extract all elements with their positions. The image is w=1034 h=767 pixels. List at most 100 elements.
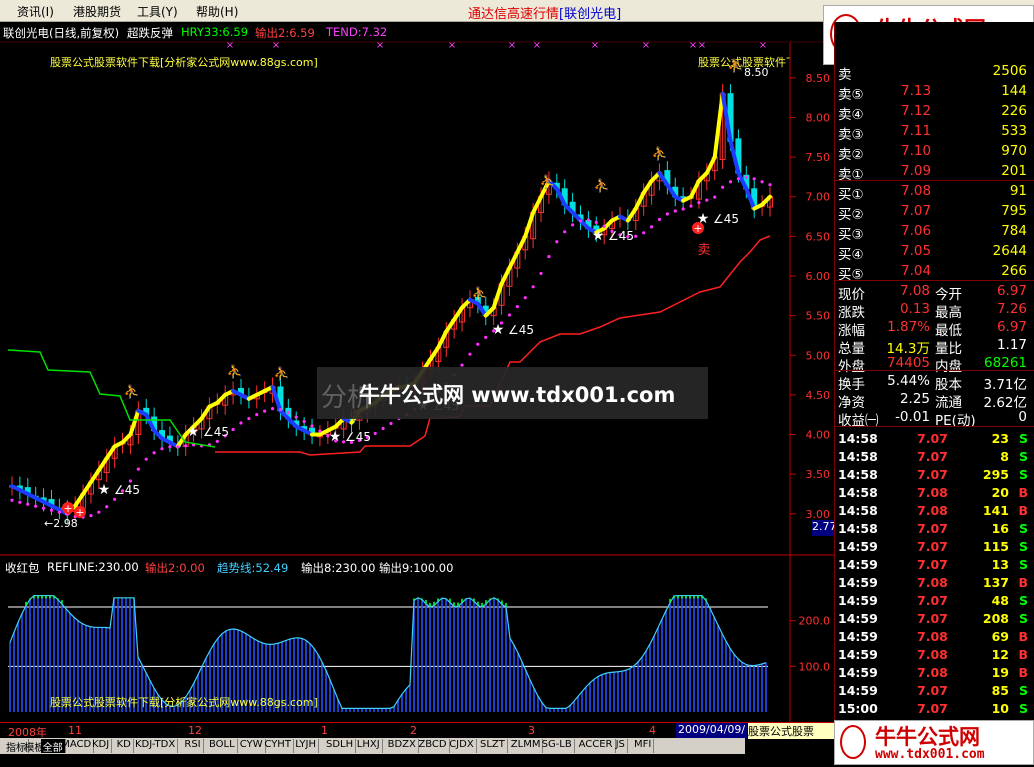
tick-side: S (1018, 467, 1028, 482)
tick-side: S (1018, 701, 1028, 716)
menu-item-info[interactable]: 资讯(I) (17, 3, 54, 20)
trend-line-segment (531, 194, 544, 215)
menu-item-help[interactable]: 帮助(H) (196, 3, 238, 20)
date-label: 12 (188, 724, 202, 737)
tab-cjdx[interactable]: CJDX (447, 739, 477, 753)
sell-signal-label: 卖 (697, 243, 710, 258)
stat-value: 0 (1018, 409, 1027, 425)
quote-panel: 卖 2506 卖⑤ 7.13 144 卖④ 7.12 226 卖③ 7.11 533 卖② 7.10 97… (834, 22, 1034, 722)
kline-chart-area[interactable]: 联创光电(日线,前复权) 超跌反弹 HRY33:6.59 输出2:6.59 TE… (0, 5, 1034, 722)
tab-zlmm[interactable]: ZLMM (509, 739, 544, 753)
tab-accer[interactable]: ACCER (577, 739, 616, 753)
tab-zbcd[interactable]: ZBCD (416, 739, 450, 753)
ma-dot (744, 175, 748, 179)
tick-vol: 69 (991, 629, 1009, 644)
ma-dot (697, 200, 701, 205)
price-tick-label: 6.50 (806, 230, 831, 243)
angle-label: ∠45 (114, 483, 140, 497)
tick-vol: 23 (991, 431, 1009, 446)
tick-price: 7.07 (917, 701, 948, 716)
tab-boll[interactable]: BOLL (207, 739, 238, 753)
tab-kdj-tdx[interactable]: KDJ-TDX (133, 739, 179, 753)
date-label: 1 (321, 724, 328, 737)
ma-dot (531, 285, 535, 289)
tab-bdzx[interactable]: BDZX (386, 739, 419, 753)
order-vol: 226 (1001, 103, 1027, 119)
order-divider (835, 180, 1034, 181)
tick-side: S (1018, 593, 1028, 608)
stat-row: 涨跌 0.13 最高 7.26 (835, 300, 1034, 321)
menu-item-hk-futures[interactable]: 港股期货 (73, 3, 121, 20)
tick-side: B (1018, 647, 1028, 662)
tick-vol: 19 (991, 665, 1009, 680)
tab-kdj[interactable]: KDJ (90, 739, 113, 753)
stat-row: 现价 7.08 今开 6.97 (835, 282, 1034, 303)
ma-dot (665, 212, 669, 216)
tick-side: S (1018, 539, 1028, 554)
sub-refline: REFLINE:230.00 (47, 560, 139, 574)
tab-cyht[interactable]: CYHT (262, 739, 294, 753)
tab-js[interactable]: JS (614, 739, 628, 753)
ma-dot (468, 352, 472, 356)
trend-line-segment (712, 91, 725, 160)
trend-line-segment (428, 345, 441, 362)
ma-dot (555, 240, 559, 244)
price-tick-label: 4.00 (806, 429, 831, 442)
tick-time: 14:59 (838, 629, 878, 644)
tab-slzt[interactable]: SLZT (478, 739, 508, 753)
tick-row: 15:00 7.07 10 S (835, 700, 1034, 718)
tab-lyjh[interactable]: LYJH (293, 739, 320, 753)
date-axis: 2008年 11 12 1 2 3 4 2009/04/09/ 股票公式股票 (0, 722, 834, 739)
ma-dot (673, 209, 677, 213)
order-price: 7.06 (901, 223, 932, 239)
order-vol: 91 (1009, 183, 1027, 199)
order-label: 卖④ (838, 107, 864, 123)
tab-kd[interactable]: KD (115, 739, 134, 753)
ma-dot (176, 445, 180, 449)
order-label: 卖⑤ (838, 87, 864, 103)
ma-dot (760, 180, 764, 184)
tick-side: S (1018, 683, 1028, 698)
stat-value: 2.25 (899, 391, 930, 407)
ma-dot (278, 408, 283, 412)
order-vol: 533 (1001, 123, 1027, 139)
tab-rsi[interactable]: RSI (182, 739, 204, 753)
tab-sdlh[interactable]: SDLH (324, 739, 357, 753)
tick-price: 7.08 (917, 629, 948, 644)
stat-value: 6.97 (996, 319, 1027, 335)
stat-row: 总量 14.3万 量比 1.17 (835, 336, 1034, 357)
tab-mfi[interactable]: MFI (632, 739, 655, 753)
tick-row: 14:59 7.08 69 B (835, 628, 1034, 646)
trend-line-segment (507, 250, 520, 271)
tab-lhxj[interactable]: LHXJ (355, 739, 383, 753)
order-label: 卖② (838, 147, 864, 163)
tick-price: 7.07 (917, 449, 948, 464)
stats-divider (835, 370, 1034, 371)
ma-dot (728, 180, 733, 184)
ma-dot (768, 183, 772, 187)
tick-row: 14:59 7.08 137 B (835, 574, 1034, 592)
order-label: 买① (838, 187, 864, 203)
buy-row: 买① 7.08 91 (835, 182, 1034, 203)
current-date-tag: 2009/04/09/ (676, 723, 748, 739)
tab-macd[interactable]: MACD (59, 739, 95, 753)
ma-dot (721, 185, 725, 189)
tick-side: B (1018, 575, 1028, 590)
tick-row: 14:59 7.07 13 S (835, 556, 1034, 574)
ma-dot (681, 207, 685, 211)
menu-item-tools[interactable]: 工具(Y) (137, 3, 178, 20)
stat-value: 5.44% (887, 373, 930, 389)
price-tick-label: 8.50 (806, 72, 831, 85)
order-vol: 970 (1001, 143, 1027, 159)
top-signal-mark: × (642, 40, 650, 51)
sub-watermark: 股票公式股票软件下载[分析家公式网www.88gs.com] (50, 696, 318, 709)
angle-label: ∠45 (508, 323, 534, 337)
runner-signal-icon: ⛹ (227, 363, 243, 380)
ma-dot (515, 305, 519, 309)
stat-row: 涨幅 1.87% 最低 6.97 (835, 318, 1034, 339)
tick-time: 14:59 (838, 557, 878, 572)
ma-dot (215, 439, 219, 443)
tab-sg-lb[interactable]: SG-LB (540, 739, 575, 753)
tick-price: 7.07 (917, 431, 948, 446)
runner-signal-icon: ⛹ (124, 383, 140, 400)
